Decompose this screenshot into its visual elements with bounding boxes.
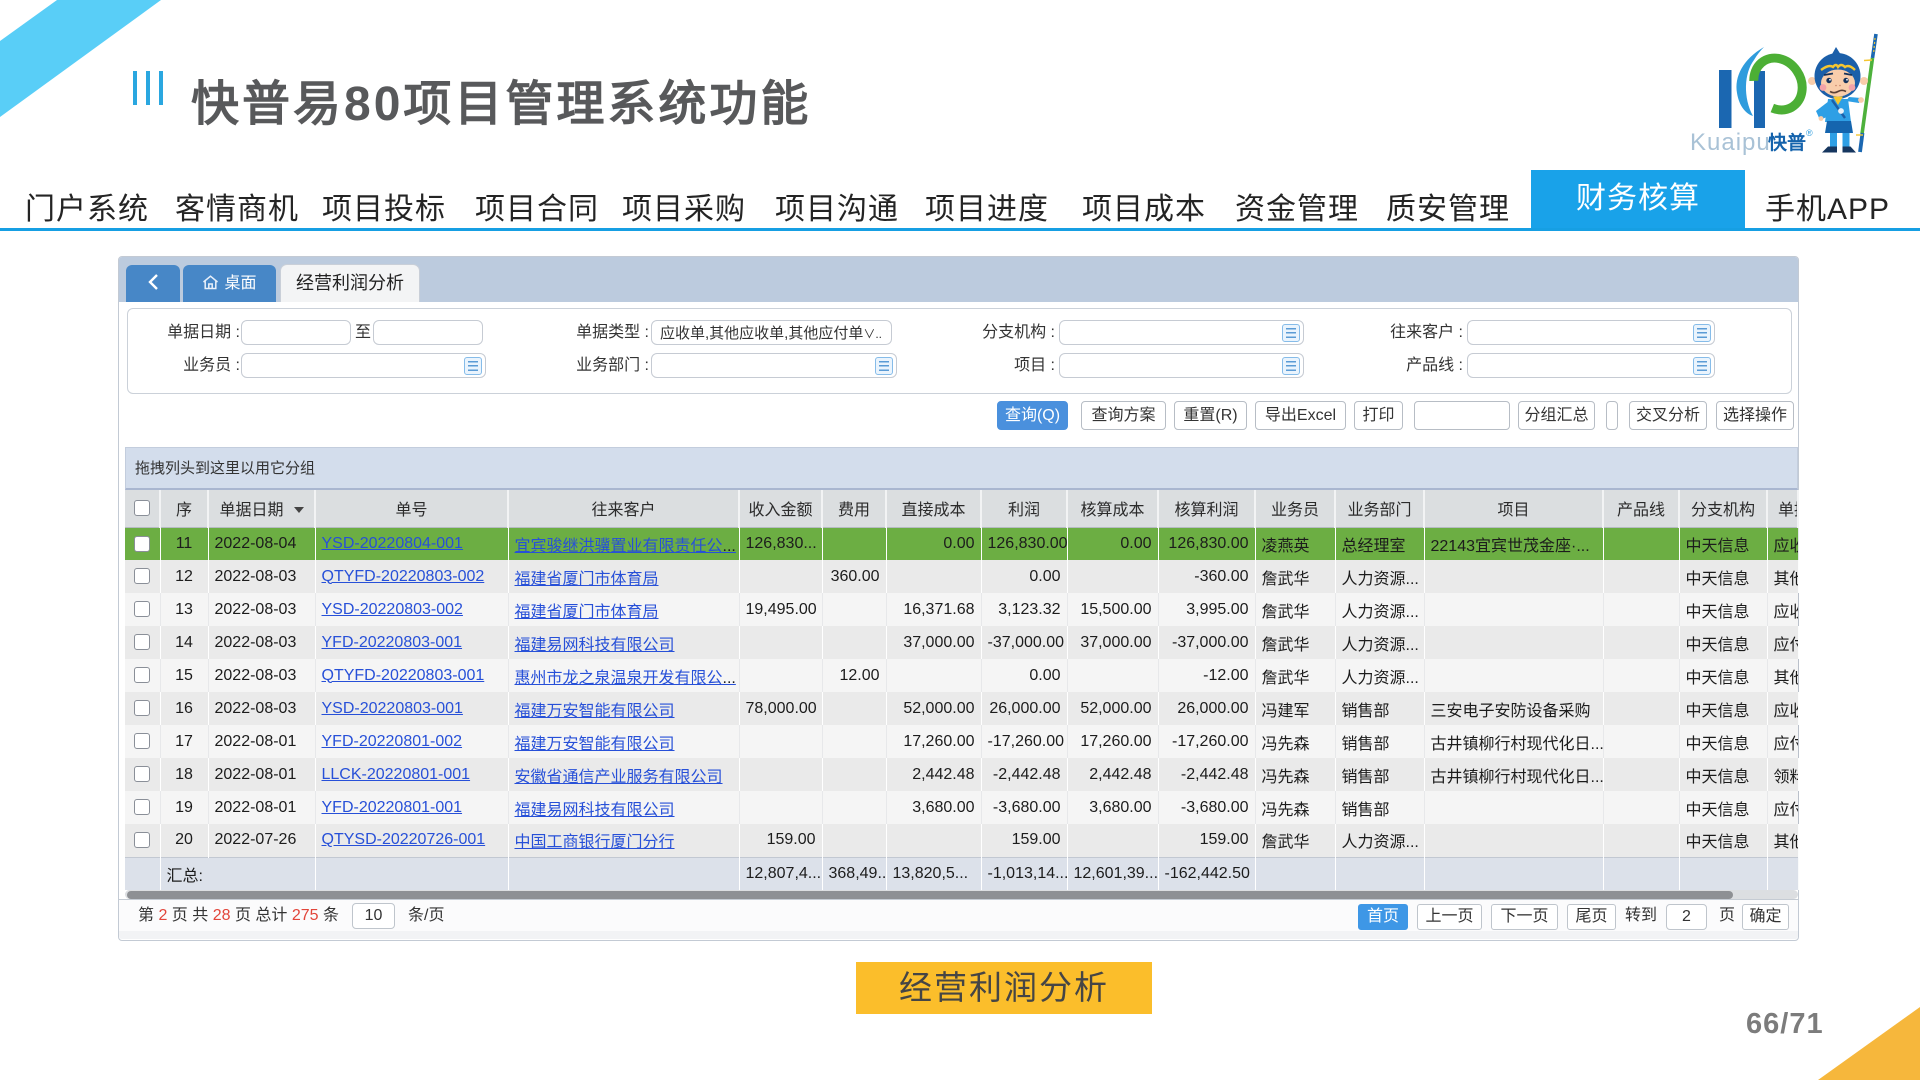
svg-text:快普: 快普 xyxy=(1768,131,1806,154)
svg-text:®: ® xyxy=(1806,128,1813,138)
svg-text:Kuaipu: Kuaipu xyxy=(1690,129,1771,156)
